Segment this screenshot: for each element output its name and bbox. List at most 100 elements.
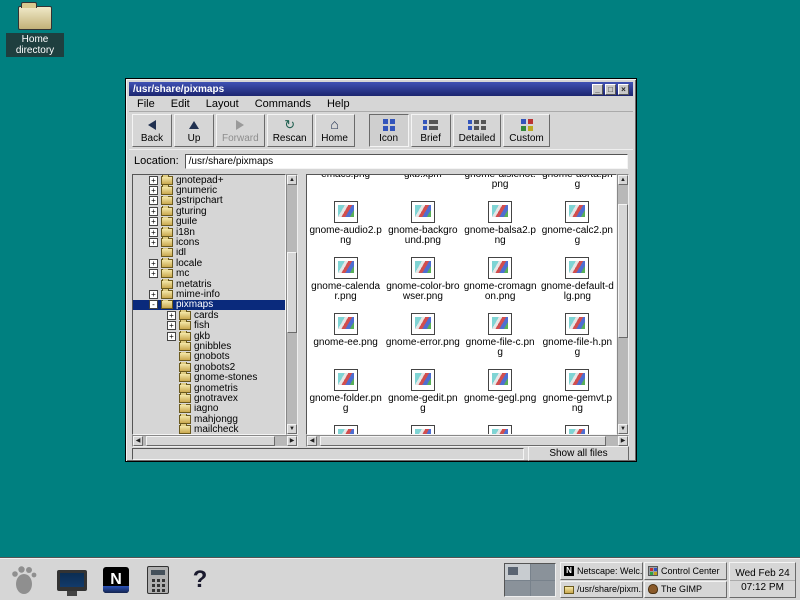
file-item[interactable]: gnome-error.png bbox=[384, 309, 461, 365]
tree-vertical-scrollbar[interactable] bbox=[286, 174, 298, 435]
menu-commands[interactable]: Commands bbox=[247, 97, 319, 111]
scrollbar-thumb[interactable] bbox=[146, 436, 276, 446]
home-button[interactable]: Home bbox=[315, 114, 355, 147]
scrollbar-thumb[interactable] bbox=[320, 436, 606, 446]
tree-item[interactable]: +guile bbox=[133, 217, 285, 227]
home-directory-desktop-icon[interactable]: Home directory bbox=[6, 6, 64, 58]
file-item[interactable]: gnome-file-c.png bbox=[462, 309, 539, 365]
tree-item[interactable]: gnobots2 bbox=[133, 362, 285, 372]
scroll-right-arrow[interactable] bbox=[618, 436, 628, 446]
scrollbar-track[interactable] bbox=[317, 436, 618, 446]
tree-item[interactable]: idl bbox=[133, 248, 285, 258]
tree-item[interactable]: +fish bbox=[133, 320, 285, 330]
file-item[interactable] bbox=[307, 421, 384, 435]
scroll-right-arrow[interactable] bbox=[287, 436, 297, 446]
netscape-launcher[interactable]: N bbox=[96, 562, 136, 598]
help-launcher[interactable]: ? bbox=[180, 562, 220, 598]
tree-expander-icon[interactable]: + bbox=[149, 238, 158, 247]
tree-expander-icon[interactable]: + bbox=[149, 259, 158, 268]
tree-expander-icon[interactable]: + bbox=[149, 269, 158, 278]
up-button[interactable]: Up bbox=[174, 114, 214, 147]
tree-item[interactable]: +gstripchart bbox=[133, 196, 285, 206]
window-titlebar[interactable]: /usr/share/pixmaps _ □ × bbox=[129, 82, 633, 96]
tree-expander-icon[interactable]: + bbox=[149, 290, 158, 299]
tree-expander-icon[interactable]: + bbox=[149, 176, 158, 185]
file-item[interactable]: gnome-gegl.png bbox=[462, 365, 539, 421]
pager-desktop-3[interactable] bbox=[505, 581, 530, 597]
tree-item-selected[interactable]: -pixmaps bbox=[133, 300, 285, 310]
tree-expander-icon[interactable]: + bbox=[167, 321, 176, 330]
scroll-up-arrow[interactable] bbox=[618, 175, 628, 185]
custom-view-button[interactable]: Custom bbox=[503, 114, 549, 147]
tree-item[interactable]: +icons bbox=[133, 237, 285, 247]
back-button[interactable]: Back bbox=[132, 114, 172, 147]
scroll-left-arrow[interactable] bbox=[133, 436, 143, 446]
panel-divider-handle[interactable] bbox=[298, 174, 306, 447]
file-item[interactable] bbox=[462, 421, 539, 435]
tree-item[interactable]: +mime-info bbox=[133, 289, 285, 299]
tree-expander-icon[interactable]: + bbox=[149, 196, 158, 205]
tree-item[interactable]: iagno bbox=[133, 404, 285, 414]
tree-expander-icon[interactable]: + bbox=[149, 207, 158, 216]
pager-desktop-2[interactable] bbox=[531, 564, 556, 580]
brief-view-button[interactable]: Brief bbox=[411, 114, 451, 147]
menu-help[interactable]: Help bbox=[319, 97, 358, 111]
scroll-down-arrow[interactable] bbox=[618, 424, 628, 434]
tree-item[interactable]: +mc bbox=[133, 269, 285, 279]
desktop-pager[interactable] bbox=[504, 563, 556, 597]
scroll-up-arrow[interactable] bbox=[287, 175, 297, 185]
tree-item[interactable]: +gturing bbox=[133, 206, 285, 216]
file-item[interactable]: gnome-default-dlg.png bbox=[539, 253, 616, 309]
tree-item[interactable]: +gkb bbox=[133, 331, 285, 341]
detailed-view-button[interactable]: Detailed bbox=[453, 114, 502, 147]
tree-item[interactable]: +gnotepad+ bbox=[133, 175, 285, 185]
tree-expander-icon[interactable]: + bbox=[167, 311, 176, 320]
rescan-button[interactable]: Rescan bbox=[267, 114, 313, 147]
close-button[interactable]: × bbox=[618, 84, 629, 95]
file-item[interactable]: gnome-file-h.png bbox=[539, 309, 616, 365]
scrollbar-thumb[interactable] bbox=[287, 252, 297, 333]
pager-desktop-1[interactable] bbox=[505, 564, 530, 580]
scrollbar-track[interactable] bbox=[618, 185, 628, 424]
forward-button[interactable]: Forward bbox=[216, 114, 265, 147]
tree-item[interactable]: +gnumeric bbox=[133, 185, 285, 195]
scrollbar-track[interactable] bbox=[143, 436, 287, 446]
scrollbar-track[interactable] bbox=[287, 185, 297, 424]
task-gimp[interactable]: The GIMP bbox=[644, 581, 727, 599]
tree-expander-icon[interactable]: - bbox=[149, 300, 158, 309]
file-item[interactable]: gnome-gemvt.png bbox=[539, 365, 616, 421]
file-item[interactable]: gnome-ee.png bbox=[307, 309, 384, 365]
file-item[interactable]: gnome-audio2.png bbox=[307, 197, 384, 253]
tree-item[interactable]: gnotravex bbox=[133, 393, 285, 403]
tree-item[interactable]: +cards bbox=[133, 310, 285, 320]
tree-item[interactable]: gnome-stones bbox=[133, 372, 285, 382]
menu-layout[interactable]: Layout bbox=[198, 97, 247, 111]
tree-item[interactable]: metatris bbox=[133, 279, 285, 289]
file-item[interactable]: gnome-aisleriot.png bbox=[462, 174, 539, 197]
scroll-down-arrow[interactable] bbox=[287, 424, 297, 434]
pager-desktop-4[interactable] bbox=[531, 581, 556, 597]
minimize-button[interactable]: _ bbox=[592, 84, 603, 95]
menu-file[interactable]: File bbox=[129, 97, 163, 111]
file-item[interactable] bbox=[539, 421, 616, 435]
tree-item[interactable]: +i18n bbox=[133, 227, 285, 237]
scroll-left-arrow[interactable] bbox=[307, 436, 317, 446]
main-menu-button[interactable] bbox=[4, 562, 44, 598]
file-item[interactable]: emacs.png bbox=[307, 174, 384, 197]
maximize-button[interactable]: □ bbox=[605, 84, 616, 95]
menu-edit[interactable]: Edit bbox=[163, 97, 198, 111]
file-item[interactable]: gkb.xpm bbox=[384, 174, 461, 197]
terminal-launcher[interactable] bbox=[52, 562, 92, 598]
tree-item[interactable]: gnibbles bbox=[133, 341, 285, 351]
tree-item[interactable]: gnobots bbox=[133, 352, 285, 362]
file-item[interactable]: gnome-balsa2.png bbox=[462, 197, 539, 253]
file-item[interactable]: gnome-calendar.png bbox=[307, 253, 384, 309]
tree-item[interactable]: +locale bbox=[133, 258, 285, 268]
tree-item[interactable]: gnometris bbox=[133, 383, 285, 393]
file-item[interactable]: gnome-gedit.png bbox=[384, 365, 461, 421]
task-control-center[interactable]: Control Center bbox=[644, 562, 727, 580]
keypad-launcher[interactable] bbox=[138, 562, 178, 598]
file-item[interactable]: gnome-calc2.png bbox=[539, 197, 616, 253]
file-item[interactable]: gnome-folder.png bbox=[307, 365, 384, 421]
tree-horizontal-scrollbar[interactable] bbox=[132, 435, 298, 447]
